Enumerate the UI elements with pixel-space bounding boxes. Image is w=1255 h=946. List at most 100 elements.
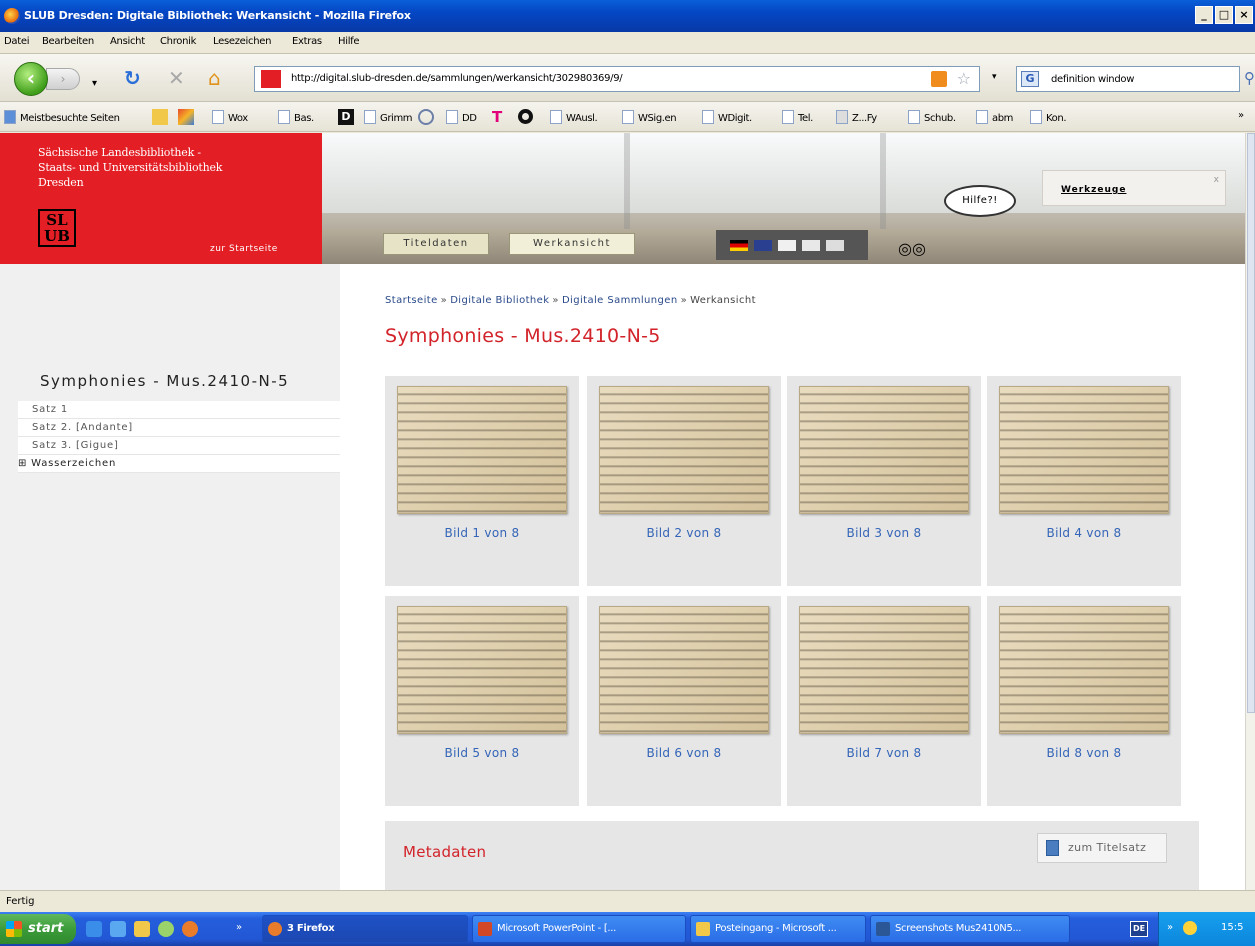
search-bar[interactable]: G ⚲ <box>1016 66 1255 92</box>
start-button[interactable]: start <box>0 914 76 944</box>
bookmark-circle-icon[interactable] <box>518 109 533 124</box>
menu-ansicht[interactable]: Ansicht <box>110 36 145 47</box>
bookmark-star-icon[interactable]: ☆ <box>957 69 971 88</box>
thumbnail-caption[interactable]: Bild 3 von 8 <box>787 526 981 540</box>
manuscript-thumbnail[interactable] <box>397 386 567 514</box>
to-title-record-button[interactable]: zum Titelsatz <box>1037 833 1167 863</box>
rss-feed-icon[interactable] <box>931 71 947 87</box>
quicklaunch-app-icon[interactable] <box>158 921 174 937</box>
manuscript-thumbnail[interactable] <box>999 606 1169 734</box>
thumbnail-cell[interactable]: Bild 5 von 8 <box>385 596 579 806</box>
sidebar-item-satz-2[interactable]: Satz 2. [Andante] <box>18 419 340 437</box>
menu-chronik[interactable]: Chronik <box>160 36 196 47</box>
flag-en-icon[interactable] <box>754 240 772 251</box>
manuscript-thumbnail[interactable] <box>397 606 567 734</box>
bookmark-meistbesuchte[interactable]: Meistbesuchte Seiten <box>4 110 120 124</box>
breadcrumb-digitale-bibliothek[interactable]: Digitale Bibliothek <box>450 295 549 306</box>
task-firefox[interactable]: 3 Firefox <box>262 915 468 943</box>
url-dropdown-icon[interactable]: ▾ <box>992 72 997 82</box>
breadcrumb-digitale-sammlungen[interactable]: Digitale Sammlungen <box>562 295 678 306</box>
minimize-button[interactable]: _ <box>1195 6 1213 24</box>
bookmarks-overflow-chevron-icon[interactable]: » <box>1238 110 1244 121</box>
search-icon[interactable]: ⚲ <box>1244 69 1255 87</box>
manuscript-thumbnail[interactable] <box>599 606 769 734</box>
manuscript-thumbnail[interactable] <box>999 386 1169 514</box>
bookmark-wox[interactable]: Wox <box>212 110 248 124</box>
bookmark-kon[interactable]: Kon. <box>1030 110 1067 124</box>
tools-panel[interactable]: Werkzeuge x <box>1042 170 1226 206</box>
thumbnail-caption[interactable]: Bild 4 von 8 <box>987 526 1181 540</box>
language-indicator[interactable]: DE <box>1130 921 1148 937</box>
quicklaunch-firefox-icon[interactable] <box>182 921 198 937</box>
folder-icon[interactable] <box>152 109 168 125</box>
reload-icon[interactable]: ↻ <box>124 68 141 88</box>
flag-de-icon[interactable] <box>730 240 748 251</box>
owl-mascot-icon[interactable]: ◎◎ <box>898 237 952 261</box>
forward-button[interactable]: › <box>46 68 80 90</box>
bookmark-wausl[interactable]: WAusl. <box>550 110 598 124</box>
thumbnail-caption[interactable]: Bild 5 von 8 <box>385 746 579 760</box>
bookmark-grimm[interactable]: Grimm <box>364 110 413 124</box>
manuscript-thumbnail[interactable] <box>799 386 969 514</box>
menu-lesezeichen[interactable]: Lesezeichen <box>213 36 271 47</box>
close-button[interactable]: × <box>1235 6 1253 24</box>
manuscript-thumbnail[interactable] <box>799 606 969 734</box>
menu-hilfe[interactable]: Hilfe <box>338 36 360 47</box>
search-input[interactable] <box>1051 71 1231 87</box>
sidebar-item-satz-1[interactable]: Satz 1 <box>18 401 340 419</box>
thumbnail-cell[interactable]: Bild 8 von 8 <box>987 596 1181 806</box>
thumbnail-caption[interactable]: Bild 7 von 8 <box>787 746 981 760</box>
thumbnail-cell[interactable]: Bild 7 von 8 <box>787 596 981 806</box>
flag-icon[interactable] <box>826 240 844 251</box>
tab-titeldaten[interactable]: Titeldaten <box>383 233 489 255</box>
stop-icon[interactable]: ✕ <box>168 68 185 88</box>
task-powerpoint[interactable]: Microsoft PowerPoint - [... <box>472 915 686 943</box>
clock[interactable]: 15:5 <box>1221 922 1243 933</box>
manuscript-thumbnail[interactable] <box>599 386 769 514</box>
sidebar-item-wasserzeichen[interactable]: ⊞ Wasserzeichen <box>18 455 340 473</box>
bookmark-wdigit[interactable]: WDigit. <box>702 110 752 124</box>
quicklaunch-ie-icon[interactable] <box>86 921 102 937</box>
bookmark-d-icon[interactable]: D <box>338 109 354 125</box>
home-icon[interactable]: ⌂ <box>208 68 221 88</box>
tray-app-icon[interactable] <box>1183 921 1197 935</box>
sidebar-item-satz-3[interactable]: Satz 3. [Gigue] <box>18 437 340 455</box>
slub-logo-block[interactable]: Sächsische Landesbibliothek - Staats- un… <box>0 133 322 264</box>
breadcrumb-startseite[interactable]: Startseite <box>385 295 438 306</box>
thumbnail-cell[interactable]: Bild 1 von 8 <box>385 376 579 586</box>
thumbnail-caption[interactable]: Bild 1 von 8 <box>385 526 579 540</box>
url-bar[interactable]: http://digital.slub-dresden.de/sammlunge… <box>254 66 980 92</box>
bookmark-tel[interactable]: Tel. <box>782 110 813 124</box>
bookmark-zfy[interactable]: Z...Fy <box>836 110 877 124</box>
quicklaunch-media-icon[interactable] <box>110 921 126 937</box>
bookmark-bas[interactable]: Bas. <box>278 110 314 124</box>
tools-label[interactable]: Werkzeuge <box>1061 185 1126 195</box>
menu-extras[interactable]: Extras <box>292 36 322 47</box>
flag-icon[interactable] <box>802 240 820 251</box>
task-outlook[interactable]: Posteingang - Microsoft ... <box>690 915 866 943</box>
quicklaunch-folder-icon[interactable] <box>134 921 150 937</box>
quicklaunch-chevron-icon[interactable]: » <box>236 922 242 933</box>
thumbnail-caption[interactable]: Bild 6 von 8 <box>587 746 781 760</box>
flag-icon[interactable] <box>778 240 796 251</box>
home-link[interactable]: zur Startseite <box>210 244 278 254</box>
bookmark-telekom-icon[interactable]: T <box>492 109 508 125</box>
tools-close-icon[interactable]: x <box>1214 175 1219 185</box>
url-text[interactable]: http://digital.slub-dresden.de/sammlunge… <box>291 73 623 84</box>
bookmark-wsigen[interactable]: WSig.en <box>622 110 677 124</box>
back-button[interactable]: ‹ <box>14 62 48 96</box>
bookmark-dd[interactable]: DD <box>446 110 477 124</box>
search-engine-icon[interactable]: G <box>1021 71 1039 87</box>
history-dropdown-icon[interactable]: ▾ <box>92 74 97 94</box>
bookmark-schub[interactable]: Schub. <box>908 110 956 124</box>
tray-chevron-icon[interactable]: » <box>1167 922 1173 933</box>
thumbnail-cell[interactable]: Bild 3 von 8 <box>787 376 981 586</box>
page-scrollbar[interactable] <box>1245 133 1255 890</box>
scrollbar-thumb[interactable] <box>1247 133 1255 713</box>
tab-werkansicht[interactable]: Werkansicht <box>509 233 635 255</box>
thumbnail-caption[interactable]: Bild 8 von 8 <box>987 746 1181 760</box>
thumbnail-cell[interactable]: Bild 4 von 8 <box>987 376 1181 586</box>
menu-bearbeiten[interactable]: Bearbeiten <box>42 36 94 47</box>
thumbnail-caption[interactable]: Bild 2 von 8 <box>587 526 781 540</box>
bookmark-app-icon[interactable] <box>178 109 194 125</box>
